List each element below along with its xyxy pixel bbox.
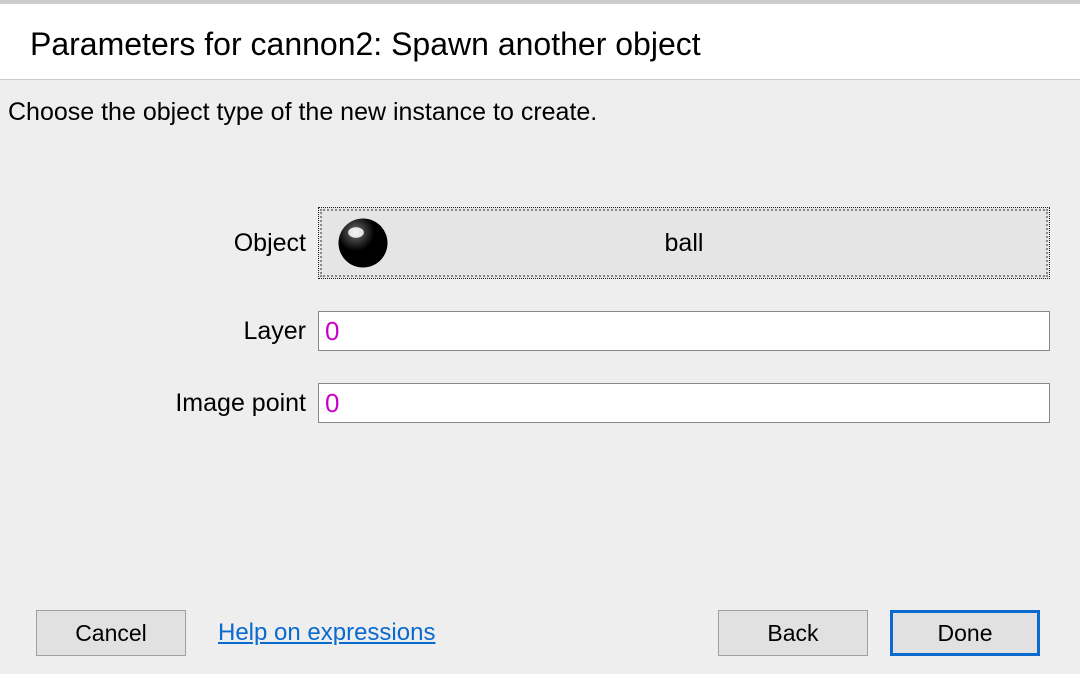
instruction-text: Choose the object type of the new instan… [8,98,1050,127]
dialog-title: Parameters for cannon2: Spawn another ob… [0,4,1080,79]
parameters-dialog: Parameters for cannon2: Spawn another ob… [0,0,1080,699]
cancel-button[interactable]: Cancel [36,610,186,656]
dialog-body: Choose the object type of the new instan… [0,79,1080,674]
layer-input[interactable] [318,311,1050,351]
parameters-form: Object [8,207,1050,423]
help-on-expressions-link[interactable]: Help on expressions [218,619,435,647]
object-row: Object [8,207,1050,279]
button-bar: Cancel Help on expressions Back Done [36,610,1040,656]
back-button[interactable]: Back [718,610,868,656]
object-picker[interactable]: ball [318,207,1050,279]
image-point-input[interactable] [318,383,1050,423]
object-label: Object [8,229,318,258]
done-button[interactable]: Done [890,610,1040,656]
object-selected-name: ball [319,229,1049,258]
layer-row: Layer [8,311,1050,351]
image-point-label: Image point [8,389,318,418]
image-point-row: Image point [8,383,1050,423]
ball-icon [335,215,391,271]
layer-label: Layer [8,317,318,346]
